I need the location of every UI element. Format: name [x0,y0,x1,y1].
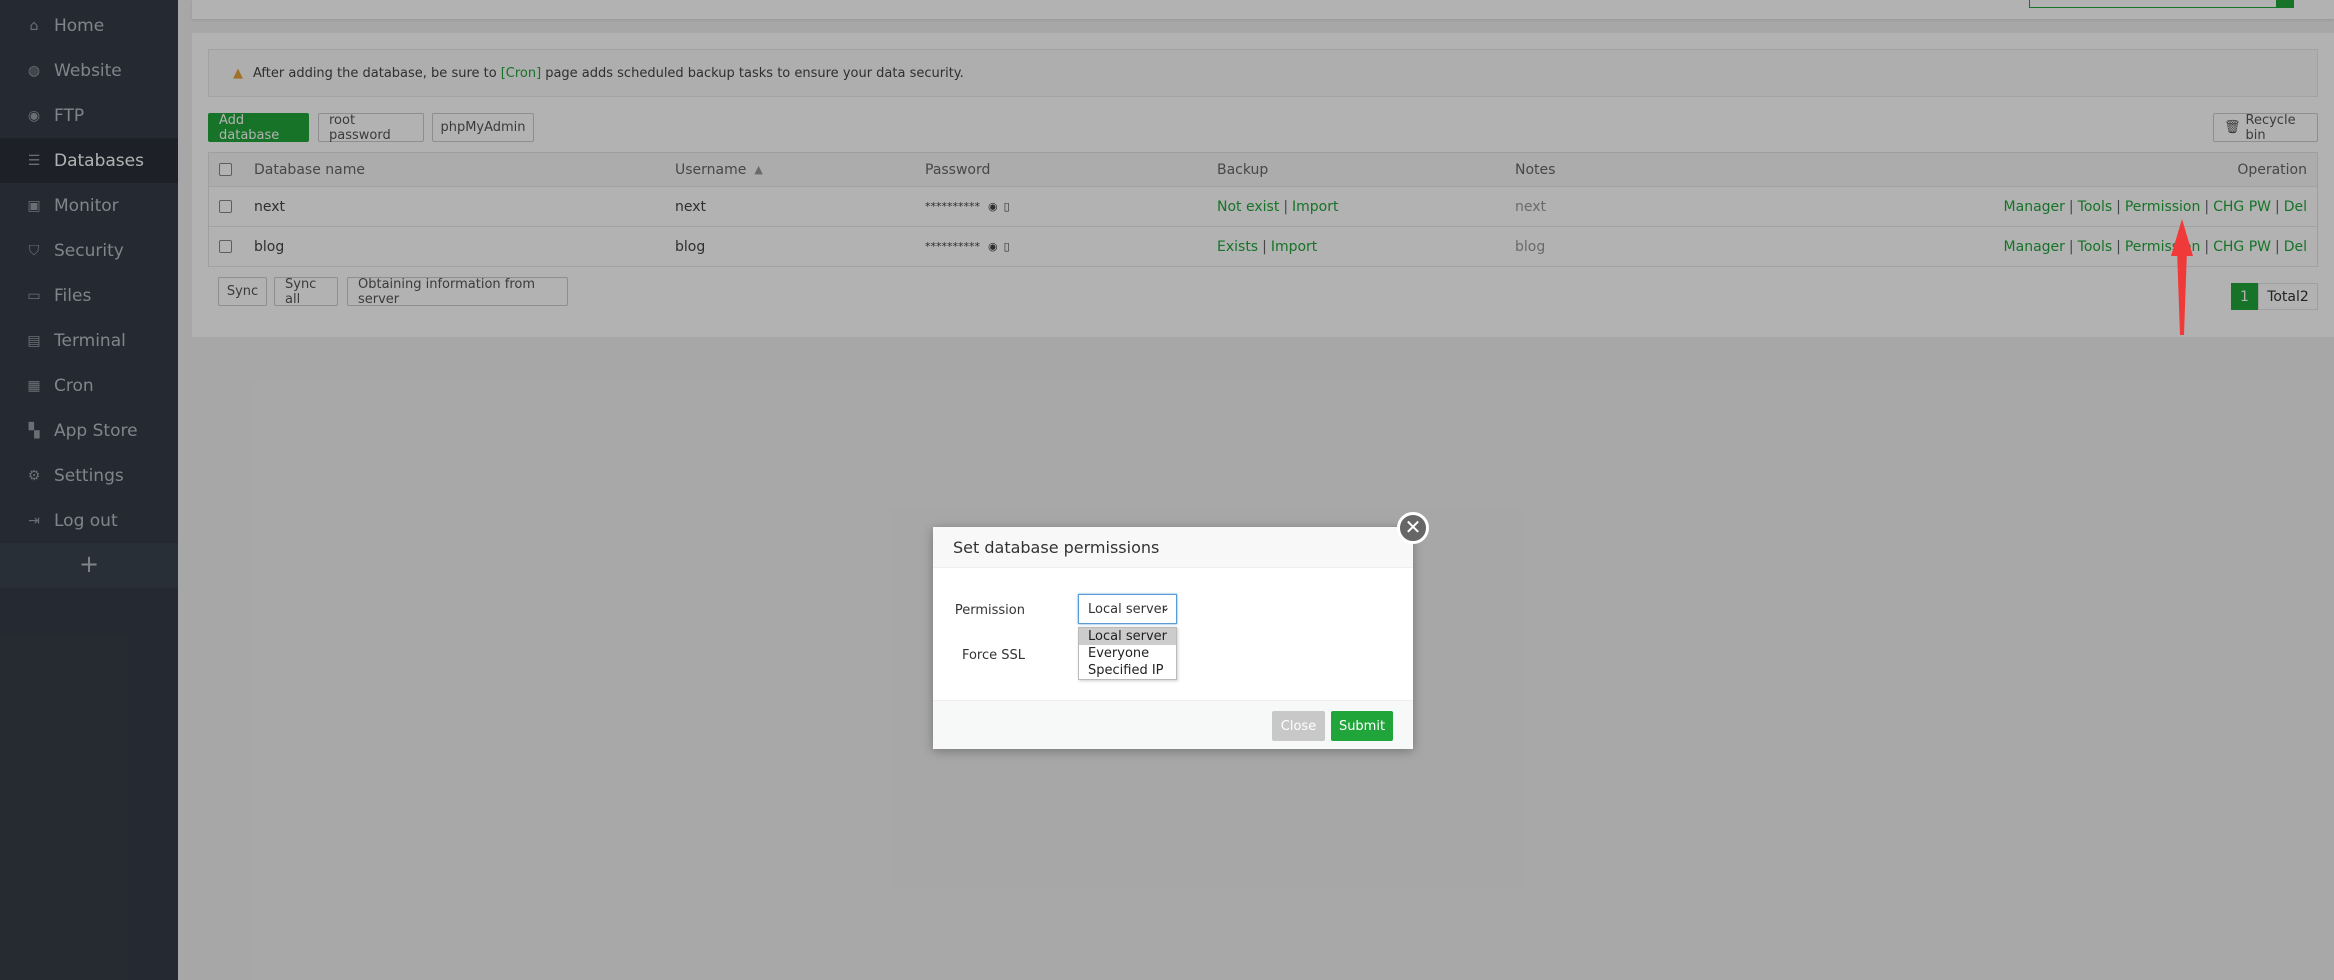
option-local-server[interactable]: Local server [1079,628,1176,645]
permission-options: Local server Everyone Specified IP [1078,627,1177,680]
arrow-to-permission [2171,219,2193,335]
force-ssl-label: Force SSL [961,648,1025,663]
permission-select[interactable]: Local server ⌄ [1078,594,1177,624]
chevron-down-icon: ⌄ [1160,601,1170,614]
close-icon[interactable]: ✕ [1397,512,1429,544]
permission-selected-value: Local server [1088,601,1167,617]
dialog-title: Set database permissions [933,527,1413,568]
annotation-arrows [1185,219,2193,662]
permission-label: Permission [954,603,1025,618]
option-specified-ip[interactable]: Specified IP [1079,662,1176,679]
dialog-footer: Close Submit [933,700,1413,749]
close-button[interactable]: Close [1272,711,1325,741]
permissions-dialog: Set database permissions ✕ Permission Lo… [933,512,1429,749]
submit-button[interactable]: Submit [1331,711,1393,741]
option-everyone[interactable]: Everyone [1079,645,1176,662]
